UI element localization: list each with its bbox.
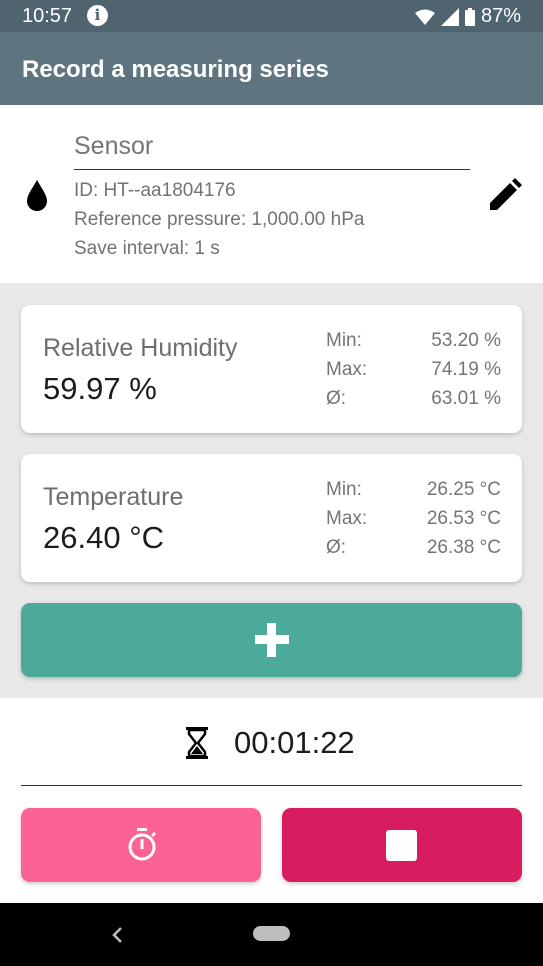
timer-divider bbox=[21, 785, 522, 786]
sensor-save-interval: Save interval: 1 s bbox=[74, 238, 220, 259]
elapsed-time: 00:01:22 bbox=[234, 725, 355, 760]
stopwatch-icon bbox=[128, 828, 156, 861]
back-icon[interactable] bbox=[110, 925, 124, 945]
temperature-label: Temperature bbox=[43, 483, 184, 511]
humidity-value: 59.97 % bbox=[43, 371, 157, 406]
battery-icon bbox=[464, 7, 475, 26]
humidity-min-value: 53.20 % bbox=[431, 330, 501, 351]
humidity-card: Relative Humidity 59.97 % Min: 53.20 % M… bbox=[21, 305, 522, 433]
sensor-title-divider bbox=[74, 169, 470, 170]
app-bar: Record a measuring series bbox=[0, 32, 543, 105]
temperature-value: 26.40 °C bbox=[43, 520, 164, 555]
home-button[interactable] bbox=[253, 926, 290, 941]
temperature-min-label: Min: bbox=[326, 479, 362, 500]
humidity-avg-label: Ø: bbox=[326, 388, 347, 409]
humidity-avg-value: 63.01 % bbox=[431, 388, 501, 409]
stop-icon bbox=[386, 830, 417, 861]
status-indicators: 87% bbox=[414, 5, 521, 28]
temperature-card: Temperature 26.40 °C Min: 26.25 °C Max: … bbox=[21, 454, 522, 582]
sensor-reference-pressure: Reference pressure: 1,000.00 hPa bbox=[74, 209, 365, 230]
temperature-avg-label: Ø: bbox=[326, 537, 347, 558]
humidity-max-value: 74.19 % bbox=[431, 359, 501, 380]
sensor-title: Sensor bbox=[74, 132, 154, 160]
status-bar: 10:57 i 87% bbox=[0, 0, 543, 32]
stopwatch-button[interactable] bbox=[21, 808, 261, 882]
status-time: 10:57 bbox=[22, 5, 73, 27]
battery-percentage: 87% bbox=[480, 5, 521, 27]
stop-button[interactable] bbox=[282, 808, 522, 882]
humidity-min-label: Min: bbox=[326, 330, 362, 351]
temperature-min-value: 26.25 °C bbox=[426, 479, 501, 500]
temperature-avg-value: 26.38 °C bbox=[426, 537, 501, 558]
add-marker-button[interactable] bbox=[21, 603, 522, 677]
sensor-id: ID: HT--aa1804176 bbox=[74, 180, 236, 201]
hourglass-icon bbox=[186, 727, 208, 759]
humidity-max-label: Max: bbox=[326, 359, 368, 380]
temperature-max-value: 26.53 °C bbox=[426, 508, 501, 529]
pencil-icon[interactable] bbox=[488, 178, 522, 212]
water-drop-icon bbox=[27, 180, 47, 211]
temperature-max-label: Max: bbox=[326, 508, 368, 529]
signal-icon bbox=[440, 7, 459, 26]
humidity-label: Relative Humidity bbox=[43, 334, 238, 362]
info-icon: i bbox=[87, 5, 108, 26]
wifi-icon bbox=[414, 9, 435, 25]
page-title: Record a measuring series bbox=[22, 56, 329, 83]
